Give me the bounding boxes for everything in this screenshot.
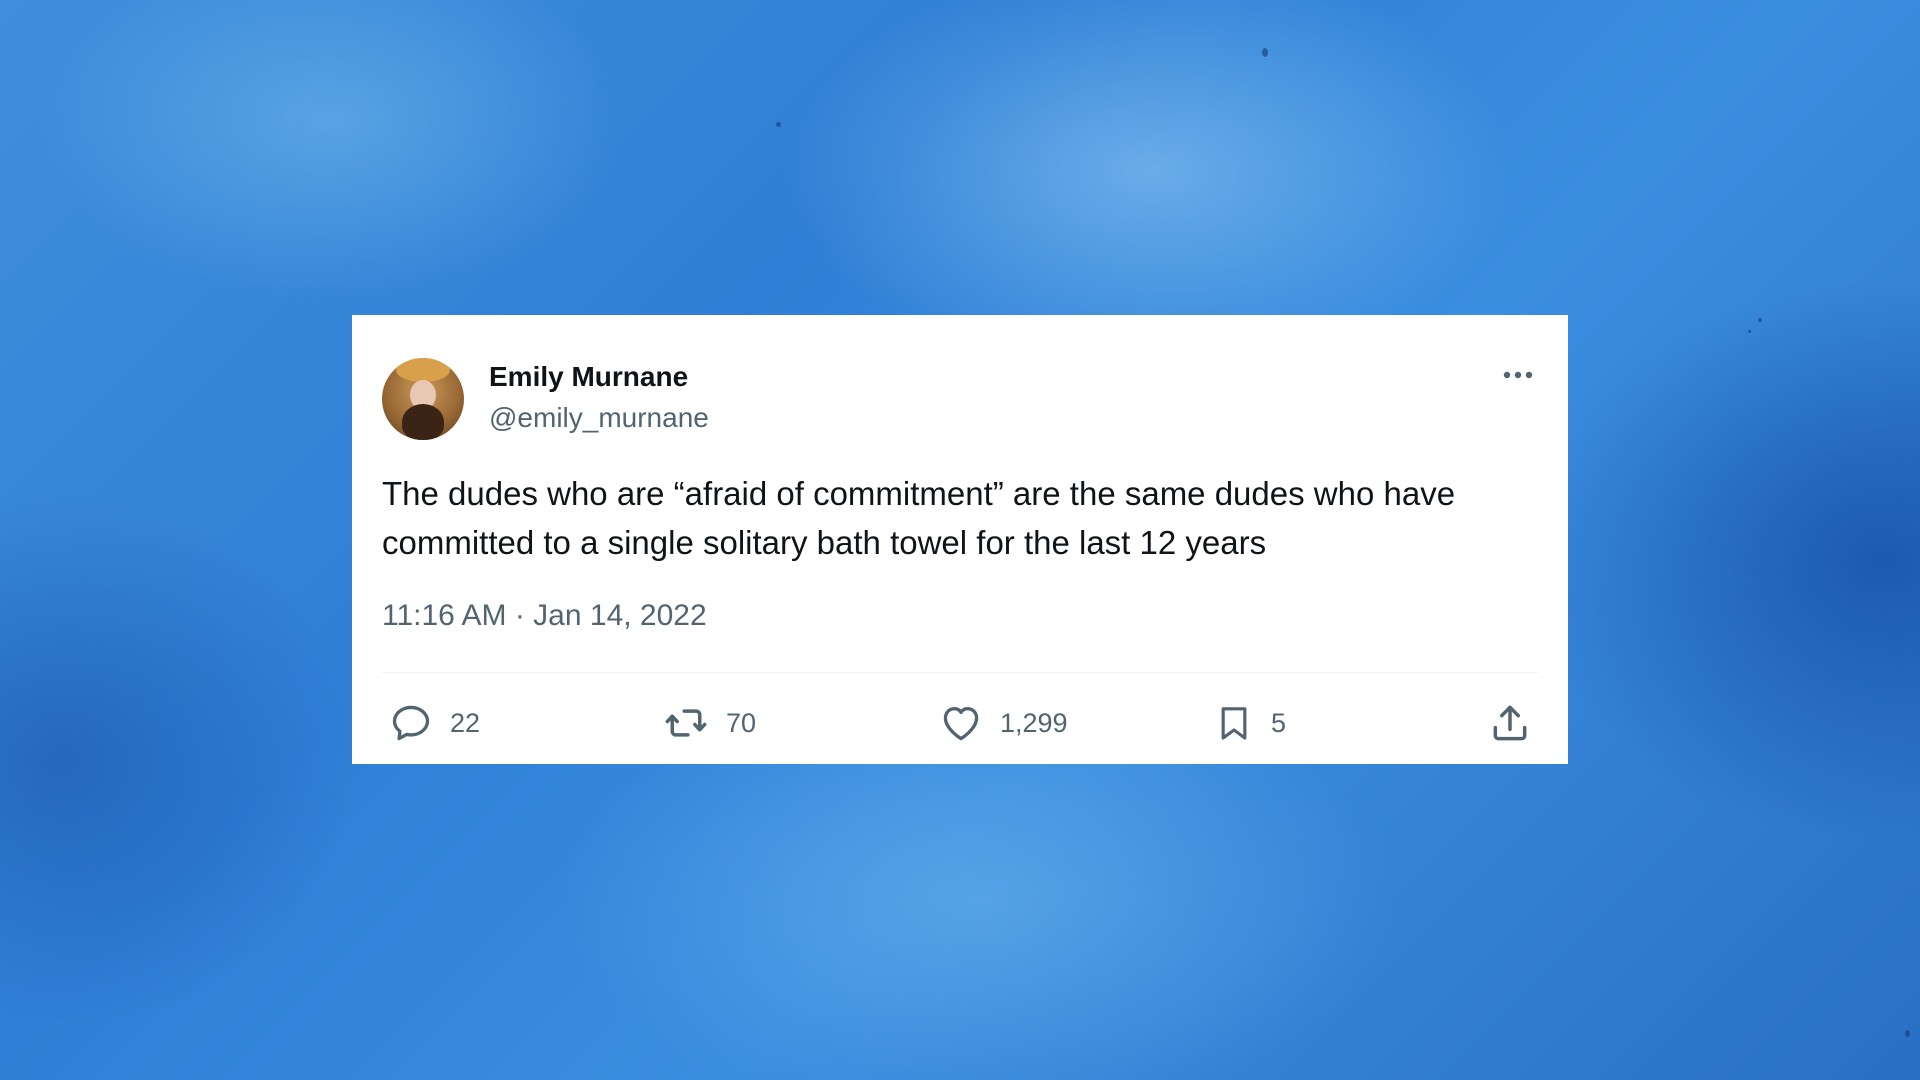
tweet-actions-bar: 22 70 1,299 5: [352, 700, 1568, 754]
bookmark-button[interactable]: 5: [1214, 700, 1286, 746]
background-speck: [1905, 1030, 1910, 1037]
avatar-hair: [402, 404, 444, 440]
like-button[interactable]: 1,299: [939, 700, 1068, 746]
tweet-text: The dudes who are “afraid of commitment”…: [382, 475, 1456, 561]
avatar-shirt: [396, 358, 450, 382]
reply-button[interactable]: 22: [389, 700, 480, 746]
page-background: { "tweet": { "author": { "display_name":…: [0, 0, 1920, 1080]
bookmark-count: 5: [1271, 707, 1287, 738]
background-speck: [1262, 48, 1268, 57]
heart-icon: [943, 707, 979, 741]
retweet-icon: [665, 709, 707, 737]
background-speck: [1758, 318, 1762, 322]
tweet-timestamp[interactable]: 11:16 AM · Jan 14, 2022: [382, 599, 707, 633]
divider: [382, 672, 1538, 673]
like-count: 1,299: [1000, 707, 1068, 738]
reply-count: 22: [450, 707, 481, 738]
bookmark-icon: [1221, 707, 1247, 740]
author-display-name[interactable]: Emily Murnane: [489, 361, 688, 393]
retweet-button[interactable]: 70: [663, 700, 756, 746]
author-handle[interactable]: @emily_murnane: [489, 402, 709, 434]
tweet-card: Emily Murnane @emily_murnane The dudes w…: [352, 315, 1568, 764]
background-speck: [776, 122, 781, 127]
reply-icon: [392, 705, 430, 741]
share-button[interactable]: [1488, 700, 1532, 746]
retweet-count: 70: [726, 707, 757, 738]
avatar[interactable]: [382, 358, 464, 440]
ellipsis-icon: [1503, 371, 1533, 379]
more-options-button[interactable]: [1498, 363, 1538, 387]
share-icon: [1493, 705, 1527, 741]
background-speck: [1748, 330, 1751, 333]
